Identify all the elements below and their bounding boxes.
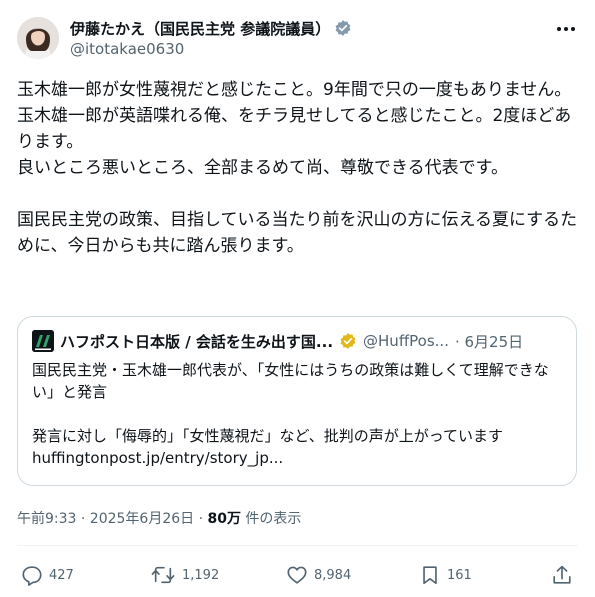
share-button[interactable]: [551, 560, 579, 590]
huffpost-logo-icon: [32, 330, 54, 352]
quoted-gap: [32, 403, 564, 425]
author-name-row: 伊藤たかえ（国民民主党 参議院議員）: [70, 17, 352, 39]
gold-verified-badge-icon: [340, 333, 356, 349]
views-label: 件の表示: [240, 511, 302, 527]
quoted-tweet-date[interactable]: · 6月25日: [455, 331, 523, 352]
bookmark-icon: [423, 566, 437, 585]
repost-icon: [151, 566, 175, 584]
like-icon: [287, 566, 307, 584]
tweet-paragraph: 玉木雄一郎が英語喋れる俺、をチラ見せしてると感じたこと。2度ほどあります。: [17, 106, 572, 152]
bookmark-count: 161: [447, 567, 472, 583]
author-handle[interactable]: @itotakae0630: [70, 40, 184, 58]
reply-icon: [22, 566, 42, 586]
repost-button[interactable]: 1,192: [150, 560, 219, 590]
quoted-tweet-text: 国民民主党・玉木雄一郎代表が、「女性にはうちの政策は難しくて理解できない」と発言…: [32, 359, 564, 469]
views-count: 80万: [207, 511, 241, 527]
avatar[interactable]: [17, 17, 59, 59]
reply-count: 427: [49, 567, 74, 583]
action-bar: 427 1,192 8,984 161: [0, 560, 595, 590]
quoted-line: 発言に対し「侮辱的」「女性蔑視だ」など、批判の声が上がっています huffing…: [32, 427, 504, 467]
tweet-meta: 午前9:33 · 2025年6月26日 · 80万 件の表示: [17, 508, 301, 528]
share-icon: [553, 565, 571, 584]
tweet-paragraph: 良いところ悪いところ、全部まるめて尚、尊敬できる代表です。: [17, 158, 508, 178]
tweet-paragraph: 玉木雄一郎が女性蔑視だと感じたこと。9年間で只の一度もありません。: [17, 80, 572, 100]
tweet-paragraph: 国民民主党の政策、目指している当たり前を沢山の方に伝える夏にするために、今日から…: [17, 210, 578, 256]
quoted-line: 国民民主党・玉木雄一郎代表が、「女性にはうちの政策は難しくて理解できない」と発言: [32, 361, 549, 401]
quoted-tweet-header: ハフポスト日本版 / 会話を生み出す国... @HuffPos... · 6月2…: [32, 329, 523, 353]
verified-badge-icon: [335, 20, 351, 36]
like-count: 8,984: [314, 567, 352, 583]
quoted-author-handle[interactable]: @HuffPos...: [363, 332, 449, 350]
tweet-text: 玉木雄一郎が女性蔑視だと感じたこと。9年間で只の一度もありません。 玉木雄一郎が…: [17, 77, 583, 259]
quoted-tweet[interactable]: ハフポスト日本版 / 会話を生み出す国... @HuffPos... · 6月2…: [17, 316, 577, 486]
quoted-author-name[interactable]: ハフポスト日本版 / 会話を生み出す国...: [60, 331, 333, 352]
repost-count: 1,192: [182, 567, 220, 583]
more-icon[interactable]: [554, 20, 578, 38]
bookmark-button[interactable]: 161: [419, 560, 472, 590]
tweet-timestamp[interactable]: 午前9:33 · 2025年6月26日 ·: [17, 511, 208, 527]
tweet: 伊藤たかえ（国民民主党 参議院議員） @itotakae0630 玉木雄一郎が女…: [0, 0, 595, 597]
reply-button[interactable]: 427: [21, 560, 74, 590]
like-button[interactable]: 8,984: [286, 560, 351, 590]
author-display-name[interactable]: 伊藤たかえ（国民民主党 参議院議員）: [70, 18, 330, 39]
divider: [17, 545, 578, 546]
